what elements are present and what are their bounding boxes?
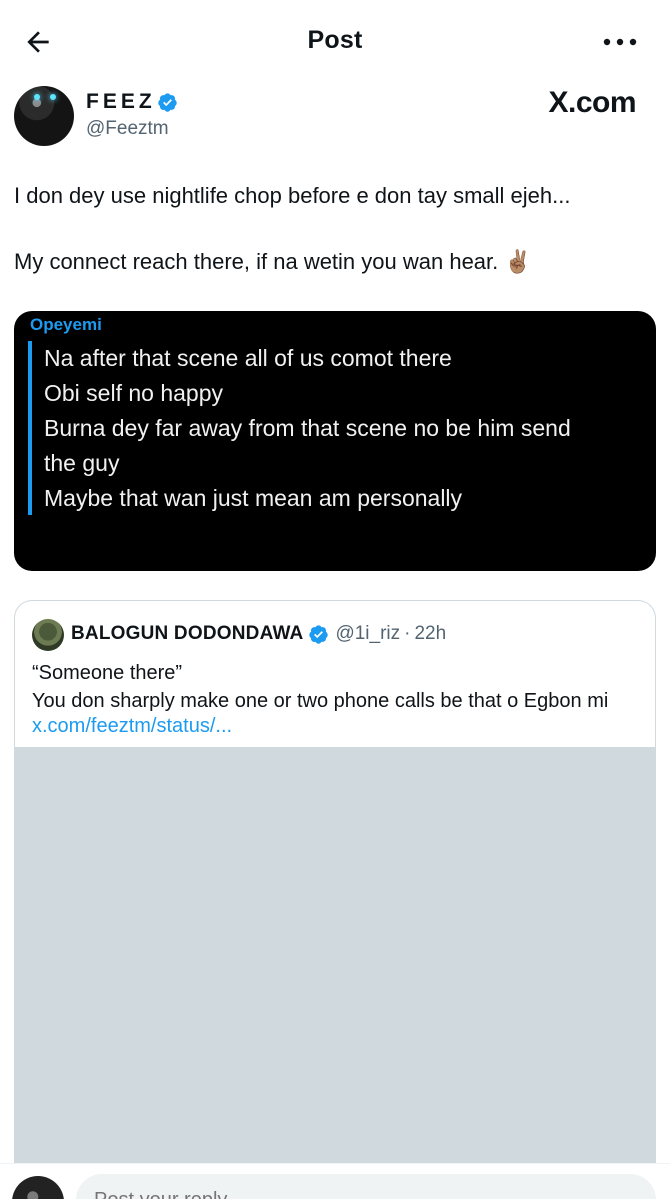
more-horizontal-icon[interactable] (602, 36, 638, 48)
media-text-line: the guy (44, 450, 120, 476)
quoted-post[interactable]: BALOGUN DODONDAWA @1i_riz · 22h “Someone… (14, 600, 656, 1199)
quoted-text-line-1: “Someone there” (32, 662, 183, 684)
top-bar: Post (0, 0, 670, 84)
quoted-text-line-2: You don sharply make one or two phone ca… (32, 690, 609, 712)
verified-badge-icon (157, 92, 177, 112)
media-text-line: Maybe that wan just mean am personally (44, 485, 463, 511)
reply-input[interactable] (76, 1174, 656, 1199)
quoted-author-name[interactable]: BALOGUN DODONDAWA (71, 623, 303, 645)
media-text-line: Na after that scene all of us comot ther… (44, 345, 452, 371)
post-media-image[interactable]: Opeyemi Na after that scene all of us co… (14, 311, 656, 571)
current-user-avatar (12, 1176, 64, 1199)
verified-badge-icon (309, 624, 329, 644)
quoted-post-link[interactable]: x.com/feeztm/status/... (32, 715, 232, 738)
reply-composer-bar (0, 1163, 670, 1199)
media-text-block: Na after that scene all of us comot ther… (44, 341, 644, 516)
post-text-line-2: My connect reach there, if na wetin you … (14, 249, 532, 274)
quoted-post-text: “Someone there” You don sharply make one… (32, 659, 652, 715)
quoted-author-avatar[interactable] (32, 619, 64, 651)
quoted-media-placeholder[interactable] (15, 747, 655, 1199)
post-text-line-1: I don dey use nightlife chop before e do… (14, 183, 571, 208)
author-name-text: FEEZ (86, 90, 156, 113)
media-author-label: Opeyemi (30, 315, 102, 334)
author-handle[interactable]: @Feeztm (86, 118, 169, 140)
quoted-author-handle[interactable]: @1i_riz (335, 623, 400, 645)
page-title: Post (307, 26, 363, 54)
separator-dot: · (404, 623, 411, 644)
media-text-line: Burna dey far away from that scene no be… (44, 415, 571, 441)
quoted-post-header: BALOGUN DODONDAWA @1i_riz · 22h (71, 623, 446, 645)
quote-bar-decoration (28, 341, 32, 515)
quoted-post-time[interactable]: 22h (414, 623, 446, 645)
author-avatar[interactable] (14, 86, 74, 146)
media-text-line: Obi self no happy (44, 380, 224, 406)
source-watermark: X.com (548, 86, 636, 119)
author-display-name[interactable]: FEEZ (86, 90, 178, 114)
